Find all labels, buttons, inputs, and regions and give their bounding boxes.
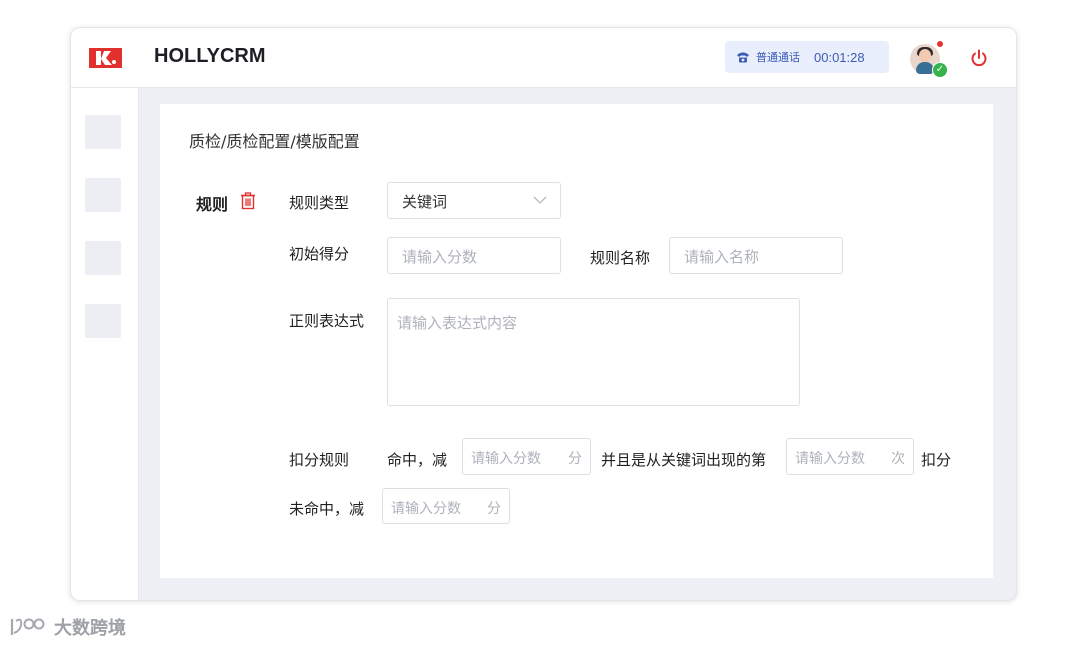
- hit-score-unit: 分: [568, 451, 582, 467]
- watermark: 大数跨境: [8, 614, 126, 640]
- miss-score-unit: 分: [487, 501, 501, 517]
- call-status-pill[interactable]: 普通通话 00:01:28: [725, 41, 889, 73]
- deduct-text: 扣分: [921, 451, 952, 469]
- trash-icon[interactable]: [238, 191, 258, 211]
- sidebar-item-3[interactable]: [85, 241, 121, 275]
- watermark-logo-icon: [10, 618, 45, 635]
- app-window: HOLLYCRM 普通通话 00:01:28 ✓ 质检/质检配置/模版配置 规则…: [70, 27, 1017, 601]
- rule-name-label: 规则名称: [590, 249, 651, 267]
- main-content: 质检/质检配置/模版配置 规则 规则类型 关键词 初始得分 请输入分数 规则名称…: [160, 104, 993, 578]
- sidebar-item-4[interactable]: [85, 304, 121, 338]
- online-check-icon: ✓: [932, 62, 948, 78]
- phone-icon: [737, 52, 749, 63]
- sidebar-item-1[interactable]: [85, 115, 121, 149]
- regex-label: 正则表达式: [289, 312, 365, 330]
- rule-type-select[interactable]: 关键词: [387, 182, 561, 219]
- rule-name-placeholder: 请输入名称: [684, 248, 760, 266]
- power-icon[interactable]: [969, 48, 989, 68]
- sidebar-item-2[interactable]: [85, 178, 121, 212]
- occurrence-count-placeholder: 请输入分数: [795, 451, 865, 467]
- hit-score-input[interactable]: 请输入分数 分: [462, 438, 591, 475]
- initial-score-placeholder: 请输入分数: [402, 248, 478, 266]
- regex-placeholder: 请输入表达式内容: [397, 314, 518, 332]
- hit-prefix-text: 命中，减: [387, 451, 448, 469]
- top-header: HOLLYCRM 普通通话 00:01:28 ✓: [71, 28, 1016, 88]
- logo-mark-icon: [89, 48, 122, 68]
- sidebar: [71, 88, 139, 600]
- initial-score-input[interactable]: 请输入分数: [387, 237, 561, 274]
- call-timer: 00:01:28: [814, 49, 865, 65]
- rule-type-value: 关键词: [402, 193, 448, 211]
- brand-logo: [89, 48, 122, 68]
- rule-type-label: 规则类型: [289, 194, 350, 212]
- notification-dot: [937, 41, 943, 47]
- call-type-label: 普通通话: [756, 51, 800, 64]
- miss-score-input[interactable]: 请输入分数 分: [382, 488, 510, 524]
- deduction-rule-label: 扣分规则: [289, 451, 350, 469]
- occurrence-count-input[interactable]: 请输入分数 次: [786, 438, 914, 475]
- breadcrumb: 质检/质检配置/模版配置: [189, 132, 360, 151]
- app-title: HOLLYCRM: [154, 45, 266, 67]
- occurrence-count-unit: 次: [891, 451, 905, 467]
- keyword-occurrence-text: 并且是从关键词出现的第: [601, 451, 767, 469]
- miss-prefix-text: 未命中，减: [289, 500, 365, 518]
- watermark-text: 大数跨境: [54, 618, 126, 639]
- initial-score-label: 初始得分: [289, 245, 350, 263]
- hit-score-placeholder: 请输入分数: [471, 451, 541, 467]
- chevron-down-icon: [533, 196, 547, 204]
- regex-textarea[interactable]: 请输入表达式内容: [387, 298, 800, 406]
- rule-name-input[interactable]: 请输入名称: [669, 237, 843, 274]
- rule-section-label: 规则: [196, 195, 229, 214]
- miss-score-placeholder: 请输入分数: [391, 501, 461, 517]
